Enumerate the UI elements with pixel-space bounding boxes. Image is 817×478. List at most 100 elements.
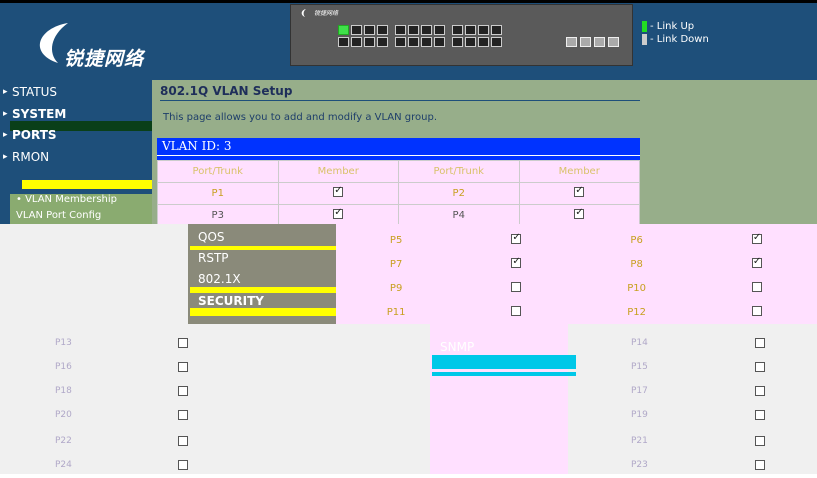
- member-checkbox[interactable]: [178, 410, 188, 420]
- col-header-port-right: Port/Trunk: [398, 160, 520, 183]
- member-checkbox[interactable]: [511, 232, 522, 244]
- port-icon[interactable]: [395, 25, 406, 35]
- port-icon[interactable]: [364, 37, 375, 47]
- port-icon[interactable]: [338, 25, 349, 35]
- port-label: P17: [631, 386, 648, 396]
- port-label: P14: [631, 338, 648, 348]
- member-checkbox[interactable]: [333, 207, 344, 219]
- port-icon[interactable]: [491, 37, 502, 47]
- link-up-swatch: [642, 21, 647, 32]
- port-icon[interactable]: [377, 37, 388, 47]
- member-checkbox[interactable]: [755, 386, 765, 396]
- member-checkbox[interactable]: [178, 386, 188, 396]
- port-icon[interactable]: [434, 25, 445, 35]
- nav-item-status[interactable]: STATUS: [0, 83, 160, 101]
- nav-item-ports[interactable]: PORTS: [0, 126, 160, 144]
- table-row: P11 P12: [336, 300, 817, 324]
- member-checkbox[interactable]: [751, 256, 762, 268]
- member-checkbox[interactable]: [755, 460, 765, 470]
- nav-yellow-bar: [190, 308, 336, 316]
- member-checkbox[interactable]: [511, 281, 522, 292]
- member-checkbox[interactable]: [178, 362, 188, 372]
- nav-item-security[interactable]: SECURITY: [198, 294, 264, 308]
- table-row: P5 P6: [336, 228, 817, 252]
- port-label: P10: [627, 282, 646, 294]
- member-checkbox[interactable]: [511, 256, 522, 268]
- port-label: P11: [386, 306, 406, 318]
- port-label: P23: [631, 460, 648, 470]
- port-icon[interactable]: [351, 37, 362, 47]
- port-icon[interactable]: [478, 37, 489, 47]
- port-icon[interactable]: [364, 25, 375, 35]
- port-icon[interactable]: [421, 37, 432, 47]
- port-label: P22: [55, 436, 72, 446]
- member-checkbox[interactable]: [755, 410, 765, 420]
- table-header-row: Port/Trunk Member Port/Trunk Member: [157, 160, 640, 183]
- member-checkbox[interactable]: [755, 338, 765, 348]
- port-icon[interactable]: [452, 37, 463, 47]
- nav-item-vlan-membership[interactable]: • VLAN Membership: [10, 192, 156, 207]
- sfp-port-icon[interactable]: [608, 37, 619, 47]
- page-title: 802.1Q VLAN Setup: [160, 84, 293, 98]
- panel-brand-text: 锐捷网络: [314, 10, 339, 17]
- link-down-label: - Link Down: [650, 34, 709, 45]
- table-row: P18 P17: [0, 382, 817, 404]
- table-row: P24 P23: [0, 456, 817, 478]
- port-icon[interactable]: [408, 37, 419, 47]
- render-gap-left: [0, 224, 190, 324]
- sfp-port-icon[interactable]: [594, 37, 605, 47]
- vlan-id-header: VLAN ID: 3: [157, 138, 640, 155]
- port-icon[interactable]: [465, 37, 476, 47]
- member-checkbox[interactable]: [751, 281, 762, 292]
- member-checkbox[interactable]: [574, 185, 585, 197]
- port-icon[interactable]: [377, 25, 388, 35]
- nav-item-qos[interactable]: QOS: [198, 230, 225, 244]
- table-row: P20 P19: [0, 406, 817, 428]
- member-checkbox[interactable]: [333, 185, 344, 197]
- member-checkbox[interactable]: [511, 305, 522, 316]
- nav-item-8021x[interactable]: 802.1X: [198, 272, 241, 286]
- sfp-port-icon[interactable]: [566, 37, 577, 47]
- port-icon[interactable]: [338, 37, 349, 47]
- member-checkbox[interactable]: [751, 305, 762, 316]
- port-icon[interactable]: [478, 25, 489, 35]
- port-label: P8: [630, 258, 643, 270]
- header-top-line: [0, 0, 817, 3]
- member-checkbox[interactable]: [178, 338, 188, 348]
- col-header-member-left: Member: [277, 160, 399, 183]
- table-row: P16 P15: [0, 358, 817, 380]
- port-label: P24: [55, 460, 72, 470]
- port-icon[interactable]: [408, 25, 419, 35]
- port-label: P6: [630, 234, 643, 246]
- port-icon[interactable]: [434, 37, 445, 47]
- port-icon[interactable]: [452, 25, 463, 35]
- member-checkbox[interactable]: [755, 362, 765, 372]
- port-label: P2: [398, 182, 520, 205]
- port-label: P21: [631, 436, 648, 446]
- member-checkbox[interactable]: [751, 232, 762, 244]
- nav-yellow-bar: [190, 287, 336, 293]
- port-label: P19: [631, 410, 648, 420]
- port-icon[interactable]: [465, 25, 476, 35]
- port-label: P1: [157, 182, 279, 205]
- sidebar-nav: STATUS SYSTEM PORTS RMON • VLAN Membersh…: [0, 80, 160, 224]
- table-row: P1 P2: [157, 182, 640, 205]
- port-label: P18: [55, 386, 72, 396]
- brand-name: 锐捷网络: [64, 48, 145, 70]
- sfp-port-icon[interactable]: [580, 37, 591, 47]
- port-label: P20: [55, 410, 72, 420]
- member-checkbox[interactable]: [755, 436, 765, 446]
- port-icon[interactable]: [395, 37, 406, 47]
- vlan-member-table: Port/Trunk Member Port/Trunk Member P1 P…: [157, 160, 640, 227]
- port-icon[interactable]: [491, 25, 502, 35]
- table-row: P22 P21: [0, 432, 817, 454]
- member-checkbox[interactable]: [574, 207, 585, 219]
- member-checkbox[interactable]: [178, 436, 188, 446]
- nav-item-rmon[interactable]: RMON: [0, 148, 160, 166]
- switch-front-panel: [290, 4, 633, 66]
- nav-item-rstp[interactable]: RSTP: [198, 251, 229, 265]
- port-icon[interactable]: [421, 25, 432, 35]
- nav-item-vlan-port-config[interactable]: VLAN Port Config: [10, 208, 156, 223]
- member-checkbox[interactable]: [178, 460, 188, 470]
- port-icon[interactable]: [351, 25, 362, 35]
